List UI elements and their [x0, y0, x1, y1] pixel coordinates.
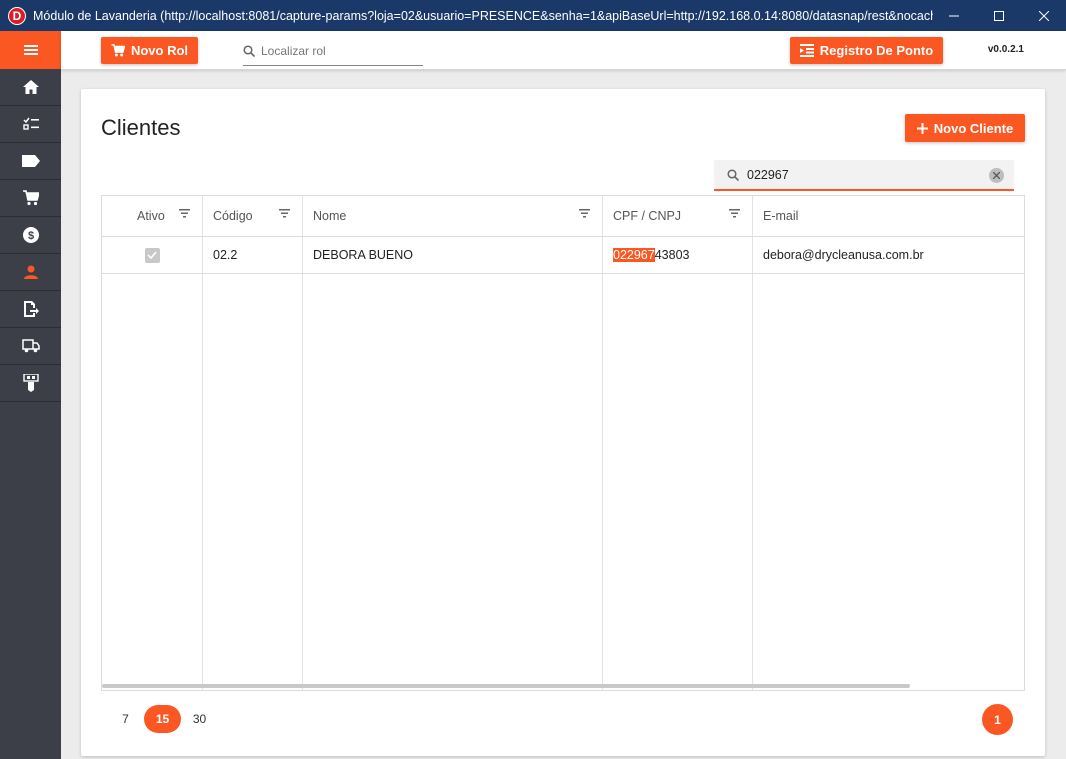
sidebar-item-checklist[interactable]	[0, 106, 61, 143]
column-header-nome[interactable]: Nome	[302, 196, 602, 237]
client-search-input[interactable]: 022967	[714, 160, 1014, 191]
ativo-checkbox[interactable]	[144, 247, 160, 263]
cell-nome: DEBORA BUENO	[313, 248, 414, 262]
time-clock-icon	[799, 44, 814, 57]
registro-ponto-label: Registro De Ponto	[819, 43, 934, 58]
sidebar-item-clientes[interactable]	[0, 254, 61, 291]
cell-cpf: 022967 43803	[602, 237, 752, 273]
column-header-email[interactable]: E-mail	[752, 196, 1024, 237]
menu-icon	[23, 45, 38, 55]
maximize-button[interactable]	[976, 0, 1021, 31]
money-icon: $	[22, 227, 39, 243]
page-title: Clientes	[101, 115, 181, 140]
cart-icon	[111, 44, 125, 57]
home-icon	[22, 80, 39, 94]
column-header-ativo[interactable]: Ativo	[102, 196, 202, 237]
sidebar-item-labels[interactable]	[0, 143, 61, 180]
page-size-15[interactable]: 15	[144, 705, 181, 733]
page-size-30[interactable]: 30	[181, 705, 218, 733]
svg-text:$: $	[27, 230, 33, 242]
clear-icon	[993, 172, 1000, 179]
sidebar-item-cart[interactable]	[0, 180, 61, 217]
column-header-codigo[interactable]: Código	[202, 196, 302, 237]
search-icon	[243, 45, 255, 57]
app-version: v0.0.2.1	[987, 44, 1024, 55]
clear-search-button[interactable]	[989, 168, 1004, 183]
column-header-label: Código	[213, 209, 253, 223]
page-number-button[interactable]: 1	[982, 704, 1013, 735]
close-window-button[interactable]	[1021, 0, 1066, 31]
cart-icon	[22, 190, 39, 206]
client-search-value: 022967	[747, 167, 789, 182]
column-header-label: CPF / CNPJ	[613, 209, 682, 223]
window-title-bar: D Módulo de Lavanderia (http://localhost…	[0, 0, 1066, 31]
column-header-label: E-mail	[763, 209, 799, 223]
search-rol-field[interactable]: Localizar rol	[243, 37, 423, 66]
window-title: Módulo de Lavanderia (http://localhost:8…	[33, 8, 933, 23]
page-size-7[interactable]: 7	[107, 705, 144, 733]
novo-rol-label: Novo Rol	[130, 43, 189, 58]
column-header-label: Nome	[313, 209, 347, 223]
minimize-icon	[948, 15, 959, 16]
delivery-truck-icon	[21, 339, 40, 353]
maximize-icon	[993, 10, 1004, 21]
clientes-card: Clientes Novo Cliente 022967 Ativo Códig…	[81, 89, 1045, 756]
column-header-cpf[interactable]: CPF / CNPJ	[602, 196, 752, 237]
novo-rol-button[interactable]: Novo Rol	[101, 37, 198, 64]
close-icon	[1038, 10, 1049, 21]
sidebar-item-finance[interactable]: $	[0, 217, 61, 254]
cash-register-icon	[22, 374, 39, 392]
window-controls	[931, 0, 1066, 31]
label-icon	[21, 155, 40, 167]
column-header-label: Ativo	[137, 209, 165, 223]
filter-icon[interactable]	[579, 209, 590, 218]
table-row[interactable]: 02.2 DEBORA BUENO 022967 43803 debora@dry…	[102, 237, 1024, 274]
search-icon	[727, 168, 739, 181]
novo-cliente-button[interactable]: Novo Cliente	[905, 114, 1025, 142]
cell-email: debora@drycleanusa.com.br	[763, 248, 924, 262]
cell-codigo: 02.2	[213, 248, 238, 262]
plus-icon	[916, 122, 928, 134]
filter-icon[interactable]	[179, 209, 190, 218]
checklist-icon	[22, 117, 39, 130]
novo-cliente-label: Novo Cliente	[933, 120, 1014, 136]
search-rol-placeholder: Localizar rol	[261, 44, 326, 58]
minimize-button[interactable]	[931, 0, 976, 31]
sidebar-item-cashier[interactable]	[0, 365, 61, 402]
horizontal-scrollbar[interactable]	[102, 684, 910, 688]
app-icon: D	[8, 6, 26, 25]
page-size-selector: 7 15 30	[107, 705, 218, 733]
check-icon	[147, 251, 157, 259]
registro-ponto-button[interactable]: Registro De Ponto	[790, 37, 943, 64]
person-icon	[23, 265, 38, 279]
cell-ativo	[102, 237, 202, 273]
sidebar-item-export[interactable]	[0, 291, 61, 328]
top-bar: Novo Rol Localizar rol Registro De Ponto…	[61, 31, 1066, 70]
sidebar-item-home[interactable]	[0, 69, 61, 106]
sidebar: $	[0, 31, 61, 759]
sidebar-menu-toggle[interactable]	[0, 31, 61, 69]
sidebar-item-delivery[interactable]	[0, 328, 61, 365]
filter-icon[interactable]	[729, 209, 740, 218]
clientes-table: Ativo Código Nome CPF / CNPJ E-mail 02.2	[101, 195, 1025, 691]
cpf-remainder: 43803	[654, 248, 690, 262]
export-document-icon	[23, 301, 39, 317]
filter-icon[interactable]	[279, 209, 290, 218]
search-match-highlight: 022967	[613, 248, 655, 262]
